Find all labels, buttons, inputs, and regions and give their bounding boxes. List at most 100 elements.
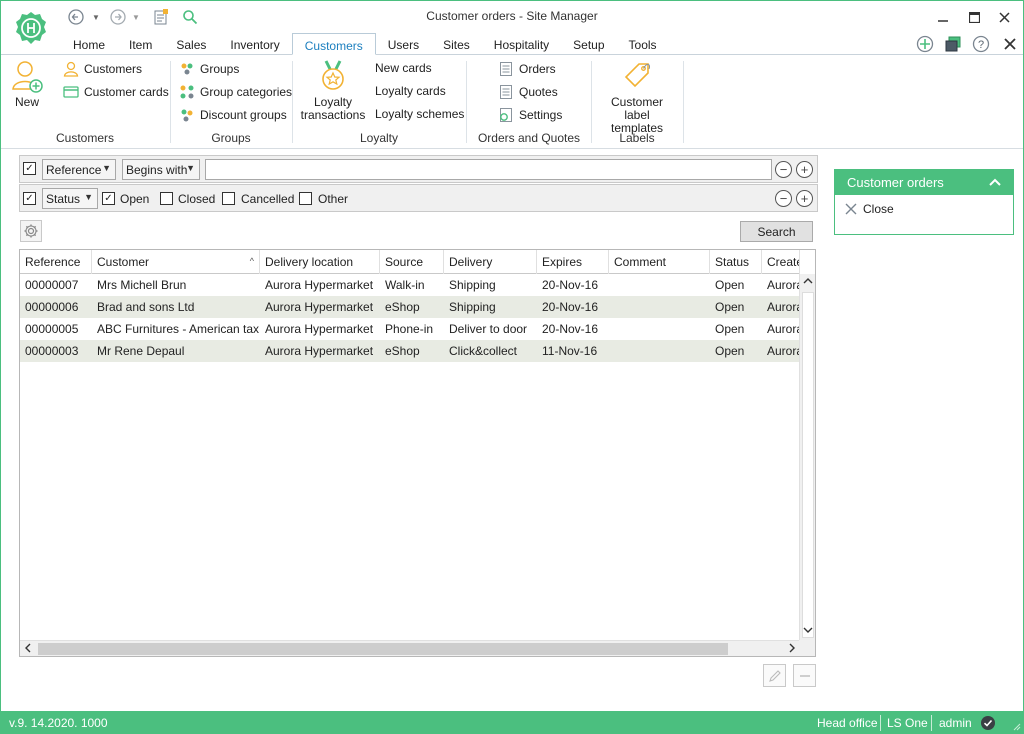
tab-customers[interactable]: Customers <box>291 33 376 55</box>
loyalty-transactions-button[interactable]: Loyalty transactions <box>299 59 367 122</box>
loyalty-schemes-button[interactable]: Loyalty schemes <box>375 107 464 121</box>
column-header-delivery[interactable]: Delivery <box>444 250 537 274</box>
window-title: Customer orders - Site Manager <box>426 9 598 23</box>
scroll-right-icon[interactable] <box>784 641 800 656</box>
column-header-delivery-location[interactable]: Delivery location <box>260 250 380 274</box>
maximize-button[interactable] <box>963 7 985 27</box>
customer-cards-button[interactable]: Customer cards <box>63 84 169 100</box>
new-cards-button[interactable]: New cards <box>375 61 432 75</box>
horizontal-scroll-thumb[interactable] <box>38 643 728 655</box>
filter-operator-select[interactable]: Begins with ▼ <box>122 159 200 180</box>
windows-icon[interactable] <box>944 35 962 53</box>
orders-button[interactable]: Orders <box>498 61 556 77</box>
settings-label: Settings <box>519 108 563 122</box>
minus-icon <box>799 674 810 677</box>
tab-sites[interactable]: Sites <box>431 33 482 55</box>
add-filter-button[interactable]: + <box>796 190 813 207</box>
tab-home[interactable]: Home <box>61 33 117 55</box>
remove-filter-button[interactable]: − <box>775 190 792 207</box>
new-customer-button[interactable]: New <box>7 59 47 109</box>
column-header-reference[interactable]: Reference <box>20 250 92 274</box>
search-button[interactable]: Search <box>740 221 813 242</box>
side-panel: Customer orders Close <box>834 169 1014 235</box>
resize-grip-icon[interactable] <box>1011 721 1021 731</box>
reference-filter-checkbox[interactable]: ✓ <box>23 162 36 175</box>
filter-field-value: Reference <box>46 163 102 177</box>
cell-delivery: Click&collect <box>449 344 518 358</box>
cell-expires: 20-Nov-16 <box>542 322 599 336</box>
open-label: Open <box>120 192 150 206</box>
horizontal-scrollbar[interactable] <box>20 640 800 656</box>
tab-sales[interactable]: Sales <box>164 33 218 55</box>
other-checkbox[interactable] <box>299 192 312 205</box>
cancelled-checkbox[interactable] <box>222 192 235 205</box>
ribbon-tabs: Home Item Sales Inventory Customers User… <box>61 33 669 55</box>
edit-button[interactable] <box>763 664 786 687</box>
cell-customer: ABC Furnitures - American tax <box>97 322 260 336</box>
table-row[interactable]: 00000005 ABC Furnitures - American tax A… <box>20 318 800 340</box>
side-panel-close-button[interactable]: Close <box>845 202 894 216</box>
add-filter-button[interactable]: + <box>796 161 813 178</box>
tab-setup[interactable]: Setup <box>561 33 616 55</box>
status-bar: v.9. 14.2020. 1000 Head office LS One ad… <box>1 711 1023 733</box>
group-categories-button[interactable]: Group categories <box>179 84 292 100</box>
scroll-up-icon[interactable] <box>800 274 815 290</box>
column-header-expires[interactable]: Expires <box>537 250 609 274</box>
scroll-down-icon[interactable] <box>800 625 815 641</box>
groups-button[interactable]: Groups <box>179 61 239 77</box>
customers-button[interactable]: Customers <box>63 61 142 77</box>
help-icon[interactable]: ? <box>972 35 990 53</box>
closed-checkbox[interactable] <box>160 192 173 205</box>
cell-reference: 00000005 <box>25 322 79 336</box>
scroll-left-icon[interactable] <box>20 641 36 656</box>
close-window-button[interactable] <box>993 7 1015 27</box>
tab-item[interactable]: Item <box>117 33 164 55</box>
loyalty-cards-button[interactable]: Loyalty cards <box>375 84 446 98</box>
chevron-up-icon[interactable] <box>987 174 1003 190</box>
filter-field-select[interactable]: Reference ▼ <box>42 159 116 180</box>
table-row[interactable]: 00000007 Mrs Michell Brun Aurora Hyperma… <box>20 274 800 296</box>
side-panel-header[interactable]: Customer orders <box>835 170 1013 195</box>
add-plugin-icon[interactable] <box>916 35 934 53</box>
close-tab-icon[interactable] <box>1001 35 1019 53</box>
minimize-button[interactable] <box>932 7 954 27</box>
column-header-status[interactable]: Status <box>710 250 762 274</box>
product-text: LS One <box>887 716 928 730</box>
orders-label: Orders <box>519 62 556 76</box>
customer-label-templates-button[interactable]: Customer label templates <box>597 59 677 135</box>
remove-filter-button[interactable]: − <box>775 161 792 178</box>
tab-tools[interactable]: Tools <box>617 33 669 55</box>
connected-check-icon <box>981 716 995 730</box>
tag-icon <box>624 63 650 88</box>
tab-hospitality[interactable]: Hospitality <box>482 33 561 55</box>
column-header-source[interactable]: Source <box>380 250 444 274</box>
grid-settings-button[interactable] <box>20 220 42 242</box>
filter-value-input[interactable] <box>205 159 772 180</box>
cell-reference: 00000007 <box>25 278 79 292</box>
status-filter-checkbox[interactable]: ✓ <box>23 192 36 205</box>
status-field-value: Status <box>46 192 81 206</box>
table-row[interactable]: 00000006 Brad and sons Ltd Aurora Hyperm… <box>20 296 800 318</box>
tab-inventory[interactable]: Inventory <box>218 33 291 55</box>
vertical-scrollbar[interactable] <box>799 274 815 641</box>
open-checkbox[interactable]: ✓ <box>102 192 115 205</box>
version-text: v.9. 14.2020. 1000 <box>9 716 108 730</box>
vertical-scroll-thumb[interactable] <box>802 292 814 638</box>
table-row[interactable]: 00000003 Mr Rene Depaul Aurora Hypermark… <box>20 340 800 362</box>
delete-button[interactable] <box>793 664 816 687</box>
quotes-button[interactable]: Quotes <box>498 84 558 100</box>
cell-expires: 20-Nov-16 <box>542 300 599 314</box>
settings-button[interactable]: Settings <box>498 107 562 123</box>
status-field-select[interactable]: Status ▼ <box>42 188 98 209</box>
cell-status: Open <box>715 278 745 292</box>
discount-groups-label: Discount groups <box>200 108 287 122</box>
cell-delivery-location: Aurora Hypermarket <box>265 300 374 314</box>
column-header-customer[interactable]: Customer ^ <box>92 250 260 274</box>
ribbon-separator <box>170 61 171 143</box>
column-header-comment[interactable]: Comment <box>609 250 710 274</box>
tab-users[interactable]: Users <box>376 33 431 55</box>
discount-groups-button[interactable]: Discount groups <box>179 107 287 123</box>
column-header-created[interactable]: Create <box>762 250 800 274</box>
title-bar: ▼ ▼ Customer orders - Site Manager <box>1 1 1023 44</box>
filter-row-reference: ✓ Reference ▼ Begins with ▼ − + <box>19 155 818 183</box>
